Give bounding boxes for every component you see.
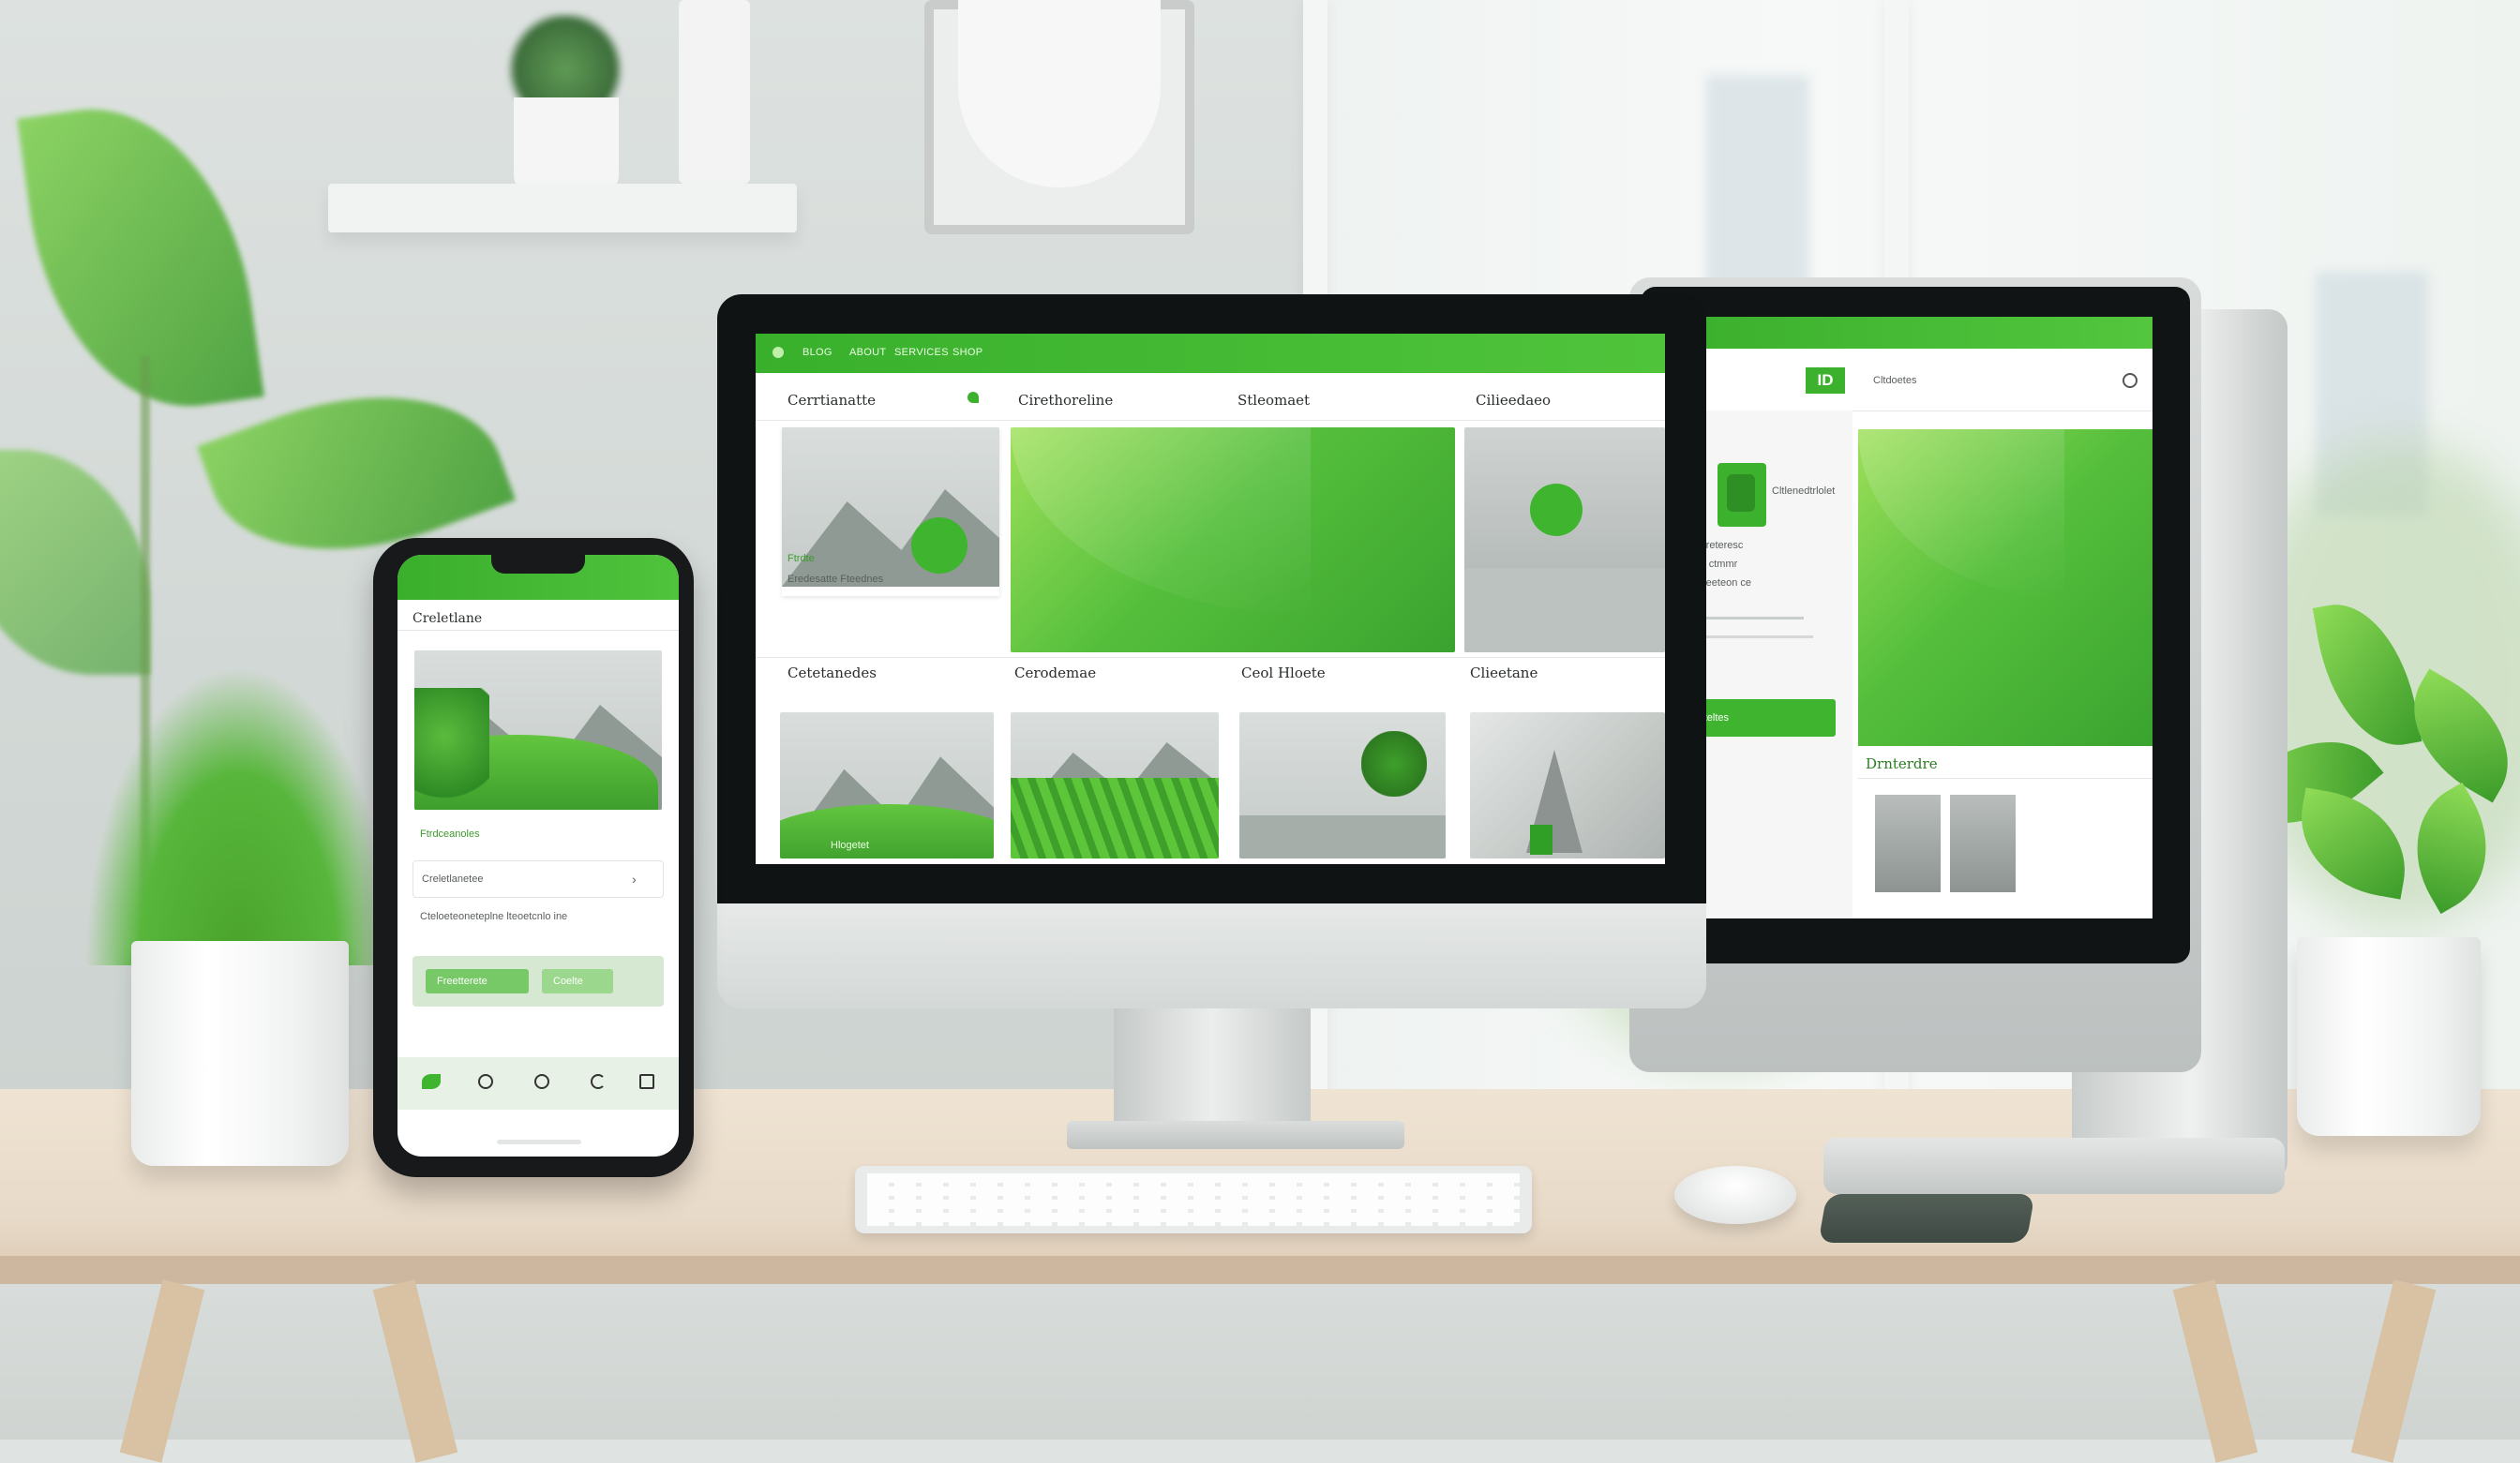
phone-divider bbox=[398, 630, 679, 631]
plant-pot-left bbox=[131, 941, 349, 1166]
section-divider bbox=[1858, 778, 2152, 779]
product-thumbnail[interactable] bbox=[1950, 795, 2016, 892]
phone-field-label: Creletlanetee bbox=[422, 873, 484, 885]
imac-section-label[interactable]: Cerodemae bbox=[1014, 664, 1096, 681]
leaf-icon bbox=[968, 392, 979, 403]
imac-logo-icon[interactable] bbox=[772, 347, 784, 358]
imac-card[interactable] bbox=[1464, 427, 1665, 652]
profile-line: Cltlenedtrlolet bbox=[1772, 485, 1836, 497]
keyboard-keys bbox=[867, 1173, 1520, 1226]
section-divider bbox=[756, 657, 1665, 658]
phone-home-indicator[interactable] bbox=[497, 1140, 581, 1144]
phone-screen: Creletlane Ftrdceanoles Creletlanetee › … bbox=[398, 555, 679, 1157]
card-green-circle bbox=[911, 517, 968, 574]
imac-section-label[interactable]: Ceol Hloete bbox=[1241, 664, 1326, 681]
shelf-vase bbox=[679, 0, 750, 184]
imac-nav-link[interactable]: ABOUT bbox=[849, 347, 886, 358]
imac-card-caption: Hlogetet bbox=[831, 840, 869, 851]
desk-edge bbox=[0, 1256, 2520, 1284]
phone-notch bbox=[491, 555, 585, 574]
imac-card[interactable] bbox=[1239, 712, 1446, 858]
imac-section-label[interactable]: Clieetane bbox=[1470, 664, 1538, 681]
phone-body-text: Cteloeteoneteplne lteoetcnlo ine bbox=[420, 911, 568, 922]
circle-icon[interactable] bbox=[534, 1074, 549, 1089]
imac-screen: BLOG ABOUT SERVICES SHOP Cerrtianatte Ci… bbox=[756, 334, 1665, 864]
monitor2-section-title: Drnterdre bbox=[1866, 755, 1938, 772]
imac-card[interactable] bbox=[1011, 712, 1219, 858]
grass-plant bbox=[84, 665, 394, 965]
imac-card[interactable] bbox=[780, 712, 994, 858]
imac-section-label[interactable]: Cilieedaeo bbox=[1476, 392, 1551, 409]
plant-pot-right bbox=[2297, 937, 2481, 1136]
phone-link[interactable]: Ftrdceanoles bbox=[420, 829, 480, 840]
square-icon[interactable] bbox=[639, 1074, 654, 1089]
circle-icon[interactable] bbox=[478, 1074, 493, 1089]
card-footer bbox=[782, 587, 999, 596]
monitor2-base bbox=[1823, 1138, 2285, 1194]
imac-stand bbox=[1114, 1008, 1311, 1130]
wall-shelf bbox=[328, 184, 797, 232]
mouse bbox=[1674, 1166, 1796, 1224]
imac-card[interactable] bbox=[782, 427, 999, 596]
imac-card[interactable] bbox=[1470, 712, 1665, 858]
search-icon[interactable] bbox=[2122, 373, 2138, 388]
imac-chin bbox=[717, 903, 1706, 1008]
imac-nav-link[interactable]: SERVICES bbox=[894, 347, 949, 358]
imac-section-label[interactable]: Cetetanedes bbox=[788, 664, 877, 681]
heart-icon bbox=[1530, 484, 1582, 536]
imac-section-label[interactable]: Cerrtianatte bbox=[788, 392, 876, 409]
imac-nav-bar bbox=[756, 334, 1665, 373]
leaf-icon[interactable] bbox=[422, 1074, 441, 1089]
monitor2-screen: ID Cltdoetes Cltlenedtrlolet Cltdoretere… bbox=[1663, 317, 2152, 918]
imac-section-label[interactable]: Stleomaet bbox=[1238, 392, 1310, 409]
phone-primary-button[interactable]: Freetterete bbox=[426, 969, 529, 993]
imac-section-label[interactable]: Cirethoreline bbox=[1018, 392, 1113, 409]
phone-secondary-button[interactable]: Coelte bbox=[542, 969, 613, 993]
card-tree bbox=[1361, 731, 1427, 797]
product-thumbnail[interactable] bbox=[1875, 795, 1941, 892]
card-interior bbox=[1464, 568, 1665, 652]
phone-trees bbox=[414, 688, 489, 810]
phone-title: Creletlane bbox=[412, 611, 483, 626]
card-field bbox=[1011, 778, 1219, 858]
monitor2-nav-bar bbox=[1663, 317, 2152, 349]
refresh-icon[interactable] bbox=[591, 1074, 606, 1089]
imac-nav-link[interactable]: BLOG bbox=[802, 347, 832, 358]
imac-foot bbox=[1067, 1121, 1404, 1149]
shelf-pot bbox=[514, 97, 619, 191]
card-hill bbox=[780, 804, 994, 858]
monitor2-logo[interactable]: ID bbox=[1806, 367, 1845, 394]
imac-card-sub: Eredesatte Fteednes bbox=[788, 574, 884, 585]
chevron-down-icon[interactable]: › bbox=[632, 872, 637, 887]
profile-avatar-icon bbox=[1727, 474, 1755, 512]
card-green-accent bbox=[1530, 825, 1552, 855]
imac-card-caption: Ftrdte bbox=[788, 553, 815, 564]
imac-nav-link[interactable]: SHOP bbox=[952, 347, 982, 358]
monitor2-nav-link[interactable]: Cltdoetes bbox=[1873, 375, 1916, 386]
wireless-charging-pad bbox=[1818, 1194, 2035, 1243]
card-ground bbox=[1239, 815, 1446, 858]
shelf-plant bbox=[506, 13, 624, 107]
phone-hero-image[interactable] bbox=[414, 650, 662, 810]
